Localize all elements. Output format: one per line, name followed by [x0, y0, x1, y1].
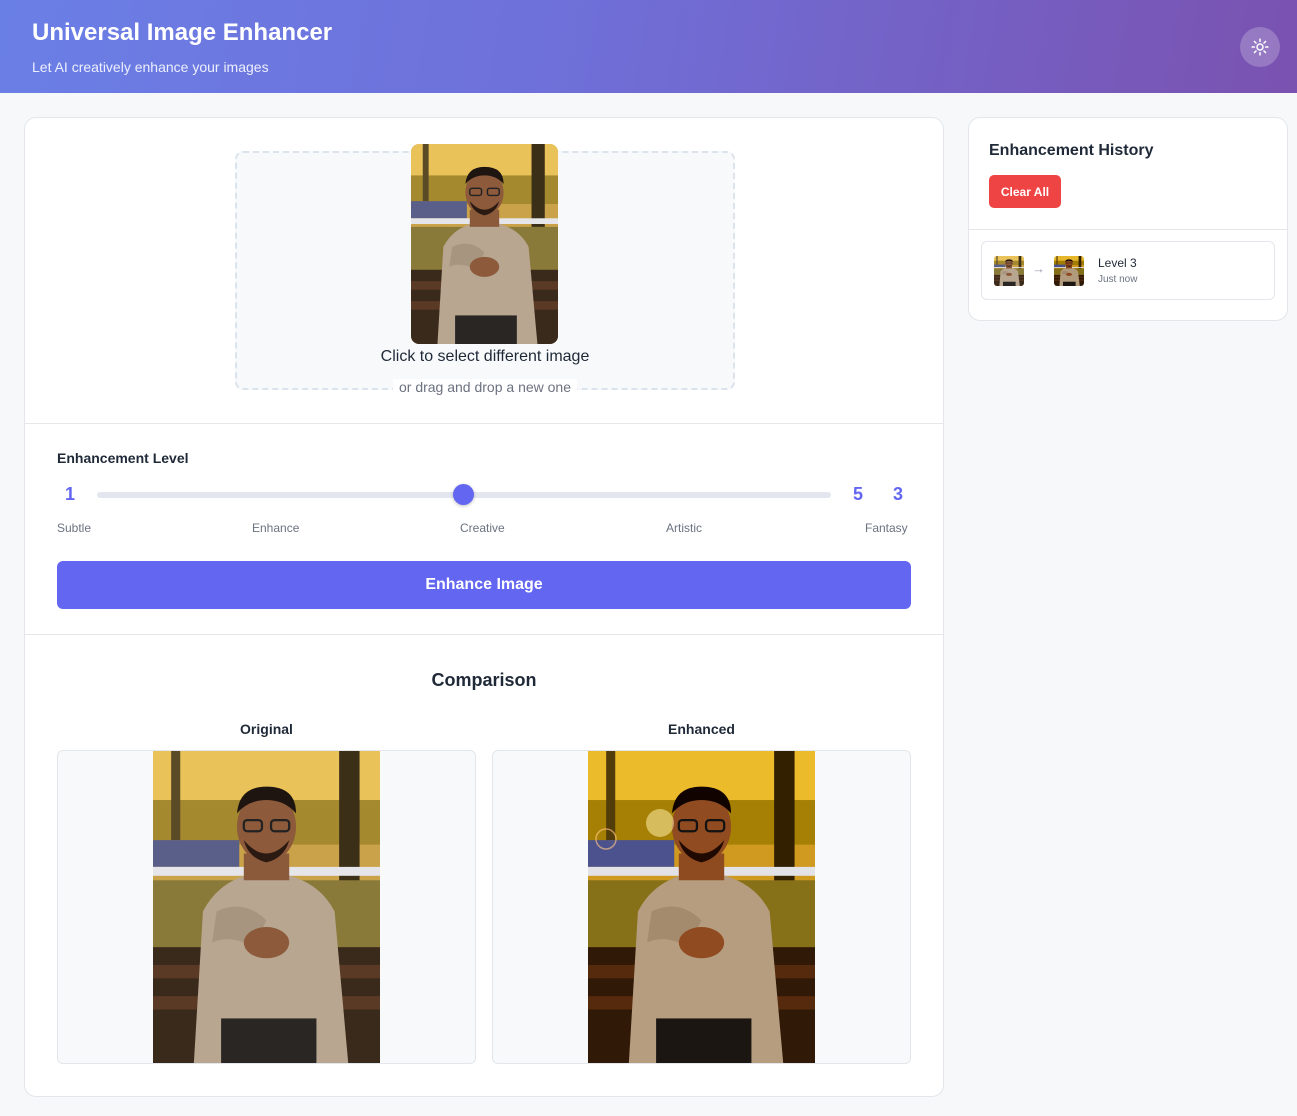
history-item-time: Just now [1098, 274, 1138, 285]
history-divider [969, 229, 1287, 230]
enhanced-label: Enhanced [668, 721, 735, 737]
history-enhanced-photo [1054, 256, 1084, 286]
app-title: Universal Image Enhancer [32, 19, 333, 46]
sun-icon [1251, 38, 1269, 56]
history-enhanced-thumb [1054, 256, 1084, 286]
section-divider [25, 423, 943, 424]
tick-enhance: Enhance [252, 521, 300, 535]
theme-toggle-button[interactable] [1240, 27, 1280, 67]
enhancement-slider-thumb[interactable] [453, 484, 474, 505]
enhanced-photo [588, 751, 815, 1063]
dropzone-title: Click to select different image [380, 348, 590, 365]
arrow-right-icon: → [1032, 261, 1045, 276]
slider-min-value: 1 [65, 484, 76, 504]
uploaded-image-preview[interactable] [411, 144, 558, 344]
slider-max-value: 5 [853, 484, 864, 504]
history-panel: Enhancement History Clear All → Level 3 … [968, 117, 1288, 321]
enhancer-card: Click to select different image or drag … [24, 117, 944, 1097]
comparison-title: Comparison [431, 670, 537, 690]
history-original-photo [994, 256, 1024, 286]
preview-photo [411, 144, 558, 344]
original-image-frame [57, 750, 476, 1064]
tick-artistic: Artistic [666, 521, 702, 535]
history-original-thumb [994, 256, 1024, 286]
app-header: Universal Image Enhancer Let AI creative… [0, 0, 1297, 93]
original-label: Original [240, 721, 293, 737]
clear-all-button[interactable]: Clear All [989, 175, 1061, 208]
tick-fantasy: Fantasy [865, 521, 908, 535]
app-subtitle: Let AI creatively enhance your images [32, 59, 269, 75]
history-item[interactable]: → Level 3 Just now [981, 241, 1275, 300]
history-item-level: Level 3 [1098, 256, 1137, 270]
original-photo [153, 751, 380, 1063]
enhanced-image-frame [492, 750, 911, 1064]
tick-subtle: Subtle [57, 521, 92, 535]
dropzone-subtitle-wrap: or drag and drop a new one [235, 379, 735, 395]
history-title: Enhancement History [989, 142, 1154, 159]
enhancement-level-label: Enhancement Level [57, 450, 189, 466]
tick-creative: Creative [460, 521, 505, 535]
enhance-image-button[interactable]: Enhance Image [57, 561, 911, 609]
dropzone-subtitle: or drag and drop a new one [392, 379, 577, 395]
section-divider [25, 634, 943, 635]
slider-current-value: 3 [893, 484, 904, 504]
